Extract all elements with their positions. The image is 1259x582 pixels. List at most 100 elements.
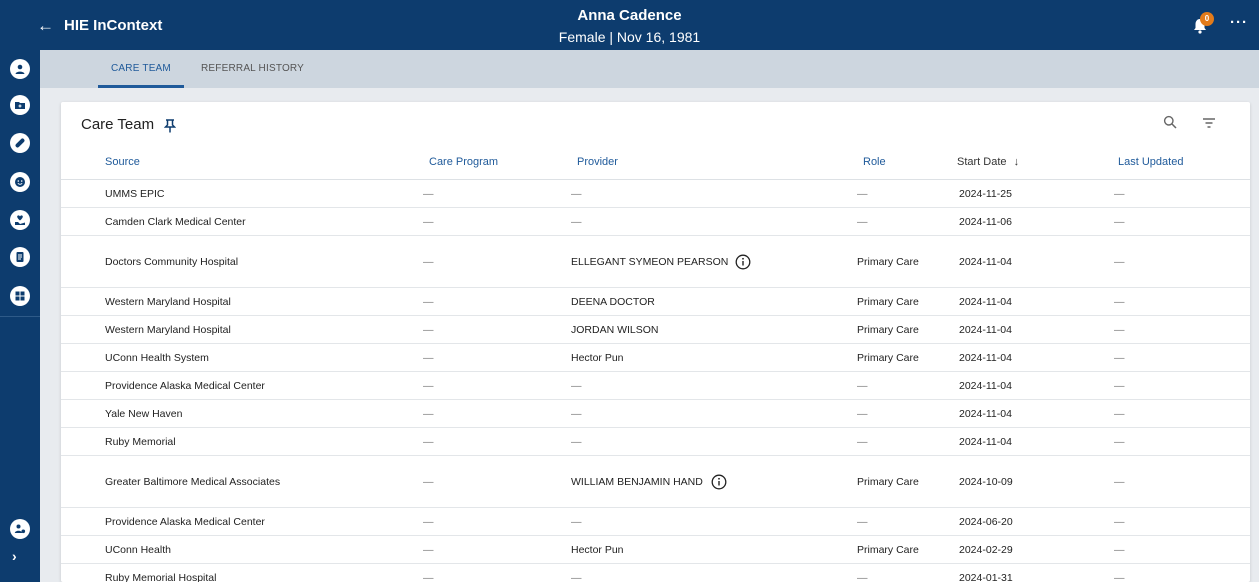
tab-referral-history[interactable]: REFERRAL HISTORY xyxy=(201,63,304,74)
cell-care-program: — xyxy=(423,407,434,420)
cell-source: Doctors Community Hospital xyxy=(105,255,239,268)
cell-start-date: 2024-02-29 xyxy=(959,543,1013,556)
cell-start-date: 2024-11-04 xyxy=(959,295,1012,308)
cell-last-updated: — xyxy=(1114,379,1125,392)
notification-count-badge: 0 xyxy=(1200,12,1214,26)
table-row[interactable]: UMMS EPIC — — — 2024-11-25 — xyxy=(61,180,1250,208)
cell-start-date: 2024-11-25 xyxy=(959,187,1012,200)
table-row[interactable]: Providence Alaska Medical Center — — — 2024-… xyxy=(61,508,1250,536)
patient-banner: Anna Cadence Female | Nov 16, 1981 xyxy=(0,7,1259,46)
cell-last-updated: — xyxy=(1114,407,1125,420)
folder-plus-icon[interactable] xyxy=(10,95,30,115)
patient-demographics: Female | Nov 16, 1981 xyxy=(558,29,701,45)
cell-provider: — xyxy=(571,187,582,200)
cell-last-updated: — xyxy=(1114,543,1125,556)
cell-care-program: — xyxy=(423,215,434,228)
column-header-source[interactable]: Source xyxy=(105,156,140,168)
cell-care-program: — xyxy=(423,255,434,268)
column-header-start-date[interactable]: Start Date ↓ xyxy=(957,156,1019,168)
table-row[interactable]: Western Maryland Hospital — JORDAN WILSON P… xyxy=(61,316,1250,344)
heart-hand-icon[interactable] xyxy=(10,210,30,230)
start-date-label: Start Date xyxy=(957,156,1007,168)
column-header-provider[interactable]: Provider xyxy=(577,156,618,168)
table-row[interactable]: Providence Alaska Medical Center — — — 2024-… xyxy=(61,372,1250,400)
table-row[interactable]: UConn Health — Hector Pun Primary Care 2024-… xyxy=(61,536,1250,564)
cell-care-program: — xyxy=(423,323,434,336)
search-icon[interactable] xyxy=(1163,115,1177,129)
pin-icon[interactable] xyxy=(164,119,176,133)
document-icon[interactable] xyxy=(10,247,30,267)
table-row[interactable]: Doctors Community Hospital — ELLEGANT SYME… xyxy=(61,236,1250,288)
cell-role: Primary Care xyxy=(857,295,919,308)
column-header-care-program[interactable]: Care Program xyxy=(429,156,498,168)
cell-role: — xyxy=(857,407,868,420)
cell-start-date: 2024-11-06 xyxy=(959,215,1012,228)
cell-care-program: — xyxy=(423,379,434,392)
filter-icon[interactable] xyxy=(1202,117,1216,129)
info-icon[interactable] xyxy=(735,254,751,270)
cell-role: — xyxy=(857,379,868,392)
cell-start-date: 2024-11-04 xyxy=(959,323,1012,336)
cell-role: — xyxy=(857,435,868,448)
cell-source: UConn Health xyxy=(105,543,171,556)
cell-care-program: — xyxy=(423,515,434,528)
table-row[interactable]: Yale New Haven — — — 2024-11-04 — xyxy=(61,400,1250,428)
cell-start-date: 2024-06-20 xyxy=(959,515,1013,528)
cell-start-date: 2024-11-04 xyxy=(959,407,1012,420)
cell-last-updated: — xyxy=(1114,571,1125,582)
cell-start-date: 2024-11-04 xyxy=(959,435,1012,448)
cell-source: UMMS EPIC xyxy=(105,187,165,200)
user-circle-icon[interactable] xyxy=(10,59,30,79)
cell-care-program: — xyxy=(423,571,434,582)
smiley-icon[interactable] xyxy=(10,172,30,192)
cell-source: Greater Baltimore Medical Associates xyxy=(105,475,281,488)
cell-start-date: 2024-11-04 xyxy=(959,379,1012,392)
column-header-role[interactable]: Role xyxy=(863,156,886,168)
cell-start-date: 2024-11-04 xyxy=(959,255,1012,268)
cell-role: — xyxy=(857,515,868,528)
column-header-last-updated[interactable]: Last Updated xyxy=(1118,156,1183,168)
sort-descending-icon: ↓ xyxy=(1013,156,1020,168)
cell-provider: ELLEGANT SYMEON PEARSON xyxy=(571,255,729,268)
cell-source: Providence Alaska Medical Center xyxy=(105,379,265,392)
cell-care-program: — xyxy=(423,295,434,308)
cell-provider: — xyxy=(571,435,582,448)
cell-care-program: — xyxy=(423,435,434,448)
cell-care-program: — xyxy=(423,475,434,488)
notifications-button[interactable]: 0 xyxy=(1191,12,1214,36)
cell-care-program: — xyxy=(423,543,434,556)
cell-last-updated: — xyxy=(1114,475,1125,488)
cell-last-updated: — xyxy=(1114,515,1125,528)
table-row[interactable]: UConn Health System — Hector Pun Primary Ca… xyxy=(61,344,1250,372)
cell-source: Providence Alaska Medical Center xyxy=(105,515,265,528)
more-options-icon[interactable]: ··· xyxy=(1230,14,1248,31)
cell-source: Western Maryland Hospital xyxy=(105,323,231,336)
patient-name: Anna Cadence xyxy=(577,7,682,24)
pill-icon[interactable] xyxy=(10,133,30,153)
cell-provider: — xyxy=(571,407,582,420)
table-row[interactable]: Greater Baltimore Medical Associates — WIL… xyxy=(61,456,1250,508)
cell-provider: DEENA DOCTOR xyxy=(571,295,655,308)
table-row[interactable]: Western Maryland Hospital — DEENA DOCTOR Pr… xyxy=(61,288,1250,316)
cell-source: Camden Clark Medical Center xyxy=(105,215,246,228)
top-bar: ← HIE InContext Anna Cadence Female | No… xyxy=(0,0,1259,50)
table-row[interactable]: Ruby Memorial — — — 2024-11-04 — xyxy=(61,428,1250,456)
back-arrow-icon[interactable]: ← xyxy=(37,16,54,36)
cell-source: Ruby Memorial Hospital xyxy=(105,571,217,582)
cell-provider: Hector Pun xyxy=(571,543,624,556)
expand-sidebar-chevron-icon[interactable]: › xyxy=(12,548,17,564)
cell-provider: — xyxy=(571,571,582,582)
info-icon[interactable] xyxy=(711,474,727,490)
cell-last-updated: — xyxy=(1114,295,1125,308)
app-title: HIE InContext xyxy=(64,17,163,34)
cell-last-updated: — xyxy=(1114,323,1125,336)
cell-care-program: — xyxy=(423,187,434,200)
cell-source: UConn Health System xyxy=(105,351,209,364)
tab-care-team[interactable]: CARE TEAM xyxy=(98,63,184,88)
table-row[interactable]: Camden Clark Medical Center — — — 2024-11-06… xyxy=(61,208,1250,236)
cell-last-updated: — xyxy=(1114,435,1125,448)
user-settings-icon[interactable] xyxy=(10,519,30,539)
table-row[interactable]: Ruby Memorial Hospital — — — 2024-01-31 — xyxy=(61,564,1250,582)
cell-role: Primary Care xyxy=(857,543,919,556)
dashboard-grid-icon[interactable] xyxy=(10,286,30,306)
